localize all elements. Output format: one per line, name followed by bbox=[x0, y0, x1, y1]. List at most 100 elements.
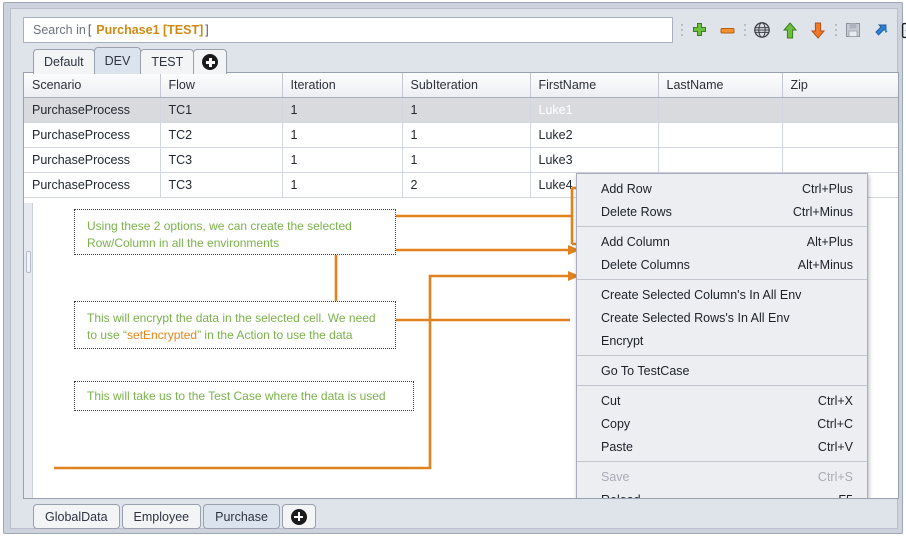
menu-item-encrypt[interactable]: Encrypt bbox=[577, 329, 867, 352]
splitter-grip[interactable] bbox=[26, 251, 31, 273]
table-cell[interactable]: Luke2 bbox=[530, 122, 659, 148]
menu-item-accelerator: Ctrl+C bbox=[817, 416, 853, 431]
env-tab-label: Default bbox=[44, 55, 84, 69]
table-cell[interactable]: Luke3 bbox=[530, 147, 659, 173]
table-cell[interactable]: 1 bbox=[282, 97, 403, 123]
search-close-bracket: ] bbox=[205, 23, 209, 37]
env-tab-default[interactable]: Default bbox=[33, 49, 95, 74]
table-header-row: Scenario Flow Iteration SubIteration Fir… bbox=[24, 73, 898, 98]
table-cell[interactable] bbox=[658, 147, 783, 173]
menu-item-label: Copy bbox=[601, 416, 631, 431]
table-cell-selected[interactable]: Luke1 bbox=[530, 97, 659, 123]
table-cell[interactable] bbox=[782, 147, 898, 173]
table-cell[interactable]: TC2 bbox=[160, 122, 283, 148]
move-up-icon[interactable] bbox=[776, 17, 804, 43]
menu-item-create-selected-rows-in-all-env[interactable]: Create Selected Rows's In All Env bbox=[577, 306, 867, 329]
table-cell[interactable]: TC3 bbox=[160, 172, 283, 198]
table-cell[interactable]: PurchaseProcess bbox=[24, 147, 161, 173]
icon-toolbar bbox=[678, 17, 906, 43]
table-cell[interactable]: TC1 bbox=[160, 97, 283, 123]
refresh-icon[interactable] bbox=[867, 17, 895, 43]
env-tab-test[interactable]: TEST bbox=[140, 49, 195, 74]
table-cell[interactable]: 1 bbox=[402, 122, 531, 148]
menu-item-delete-rows[interactable]: Delete Rows Ctrl+Minus bbox=[577, 200, 867, 223]
table-cell[interactable] bbox=[782, 122, 898, 148]
annotation-line: to use “setEncrypted” in the Action to u… bbox=[87, 327, 383, 344]
remove-icon[interactable] bbox=[713, 17, 741, 43]
table-cell[interactable] bbox=[658, 122, 783, 148]
menu-item-delete-columns[interactable]: Delete Columns Alt+Minus bbox=[577, 253, 867, 276]
sheet-tab-globaldata[interactable]: GlobalData bbox=[33, 504, 120, 529]
column-header-flow[interactable]: Flow bbox=[160, 73, 283, 98]
table-cell[interactable]: 1 bbox=[282, 172, 403, 198]
table-cell[interactable]: 1 bbox=[402, 147, 531, 173]
sheet-tab-employee[interactable]: Employee bbox=[121, 504, 202, 529]
annotation-text: to use “ bbox=[87, 328, 128, 342]
menu-item-accelerator: Ctrl+Plus bbox=[801, 181, 853, 196]
toolbar-separator-3 bbox=[832, 17, 839, 43]
annotation-line: Row/Column in all the environments bbox=[87, 236, 280, 250]
toolbar-separator-2 bbox=[741, 17, 748, 43]
table-cell[interactable]: PurchaseProcess bbox=[24, 97, 161, 123]
column-header-iteration[interactable]: Iteration bbox=[282, 73, 403, 98]
add-sheet-tab-button[interactable] bbox=[281, 504, 316, 529]
annotation-highlight: setEncrypted bbox=[127, 328, 198, 342]
save-icon[interactable] bbox=[839, 17, 867, 43]
menu-item-accelerator: Ctrl+X bbox=[817, 393, 853, 408]
menu-item-go-to-testcase[interactable]: Go To TestCase bbox=[577, 359, 867, 382]
table-row[interactable]: PurchaseProcess TC1 1 1 Luke1 bbox=[24, 97, 898, 123]
table-row[interactable]: PurchaseProcess TC2 1 1 Luke2 bbox=[24, 122, 898, 148]
toolbar-separator-1 bbox=[678, 17, 685, 43]
table-cell[interactable]: 2 bbox=[402, 172, 531, 198]
table-cell[interactable] bbox=[658, 97, 783, 123]
move-down-icon[interactable] bbox=[804, 17, 832, 43]
plus-circle-icon bbox=[202, 54, 219, 70]
table-cell[interactable]: 1 bbox=[282, 122, 403, 148]
env-tab-dev[interactable]: DEV bbox=[93, 47, 142, 74]
sheet-tab-label: GlobalData bbox=[45, 509, 108, 524]
table-cell[interactable]: TC3 bbox=[160, 147, 283, 173]
search-toolbar-row: Search in [ Purchase1 [TEST] ] bbox=[23, 17, 906, 43]
export-icon[interactable] bbox=[895, 17, 906, 43]
column-header-lastname[interactable]: LastName bbox=[658, 73, 783, 98]
table-cell[interactable]: 1 bbox=[402, 97, 531, 123]
table-cell[interactable]: 1 bbox=[282, 147, 403, 173]
menu-item-add-row[interactable]: Add Row Ctrl+Plus bbox=[577, 177, 867, 200]
column-header-zip[interactable]: Zip bbox=[782, 73, 898, 98]
data-panel: Scenario Flow Iteration SubIteration Fir… bbox=[23, 72, 899, 499]
window-frame: Search in [ Purchase1 [TEST] ] Default D… bbox=[3, 2, 906, 534]
globe-icon[interactable] bbox=[748, 17, 776, 43]
sheet-tab-purchase[interactable]: Purchase bbox=[203, 504, 280, 529]
env-tab-label: TEST bbox=[151, 55, 184, 69]
menu-item-label: Cut bbox=[601, 393, 621, 408]
table-row[interactable]: PurchaseProcess TC3 1 1 Luke3 bbox=[24, 147, 898, 173]
annotation-create-in-all-env: Using these 2 options, we can create the… bbox=[74, 209, 396, 255]
add-icon[interactable] bbox=[685, 17, 713, 43]
search-target: Purchase1 [TEST] bbox=[96, 23, 204, 37]
menu-item-label: Create Selected Column's In All Env bbox=[601, 287, 802, 302]
annotation-line: Using these 2 options, we can create the… bbox=[87, 219, 352, 233]
menu-item-cut[interactable]: Cut Ctrl+X bbox=[577, 389, 867, 412]
table-cell[interactable] bbox=[782, 97, 898, 123]
menu-item-paste[interactable]: Paste Ctrl+V bbox=[577, 435, 867, 458]
window-inner: Search in [ Purchase1 [TEST] ] Default D… bbox=[10, 8, 906, 529]
menu-item-create-selected-columns-in-all-env[interactable]: Create Selected Column's In All Env bbox=[577, 283, 867, 306]
menu-item-accelerator: Ctrl+S bbox=[817, 469, 853, 484]
menu-item-label: Paste bbox=[601, 439, 633, 454]
column-header-scenario[interactable]: Scenario bbox=[24, 73, 161, 98]
menu-separator bbox=[577, 461, 867, 462]
menu-item-copy[interactable]: Copy Ctrl+C bbox=[577, 412, 867, 435]
column-header-subiteration[interactable]: SubIteration bbox=[402, 73, 531, 98]
env-tab-label: DEV bbox=[104, 54, 131, 68]
search-label: Search in bbox=[33, 23, 86, 37]
add-environment-tab-button[interactable] bbox=[193, 49, 228, 74]
menu-item-add-column[interactable]: Add Column Alt+Plus bbox=[577, 230, 867, 253]
panel-splitter[interactable] bbox=[24, 203, 33, 498]
menu-item-accelerator: Alt+Minus bbox=[797, 257, 853, 272]
table-cell[interactable]: PurchaseProcess bbox=[24, 122, 161, 148]
annotation-line: This will encrypt the data in the select… bbox=[87, 311, 376, 325]
search-input[interactable]: Search in [ Purchase1 [TEST] ] bbox=[23, 17, 673, 43]
column-header-firstname[interactable]: FirstName bbox=[530, 73, 659, 98]
menu-item-reload[interactable]: Reload F5 bbox=[577, 488, 867, 499]
table-cell[interactable]: PurchaseProcess bbox=[24, 172, 161, 198]
